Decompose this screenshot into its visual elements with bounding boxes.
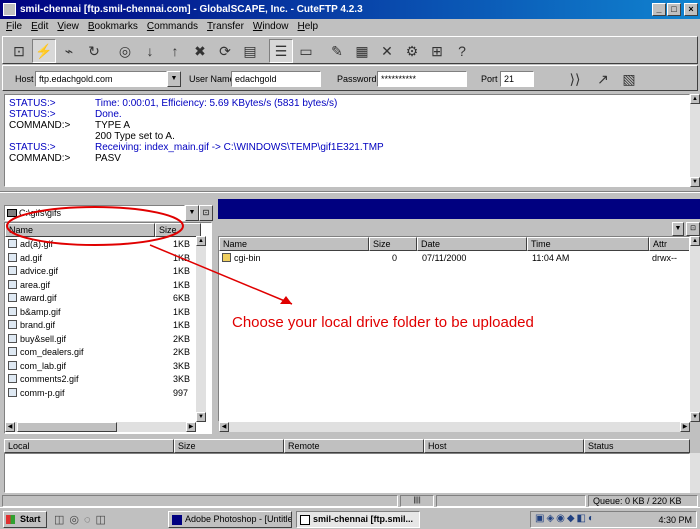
- annotation-arrow-line: [149, 244, 293, 305]
- annotation-overlay: [6, 206, 293, 305]
- annotation-ellipse: [6, 206, 184, 246]
- annotation-text: Choose your local drive folder to be upl…: [232, 314, 534, 331]
